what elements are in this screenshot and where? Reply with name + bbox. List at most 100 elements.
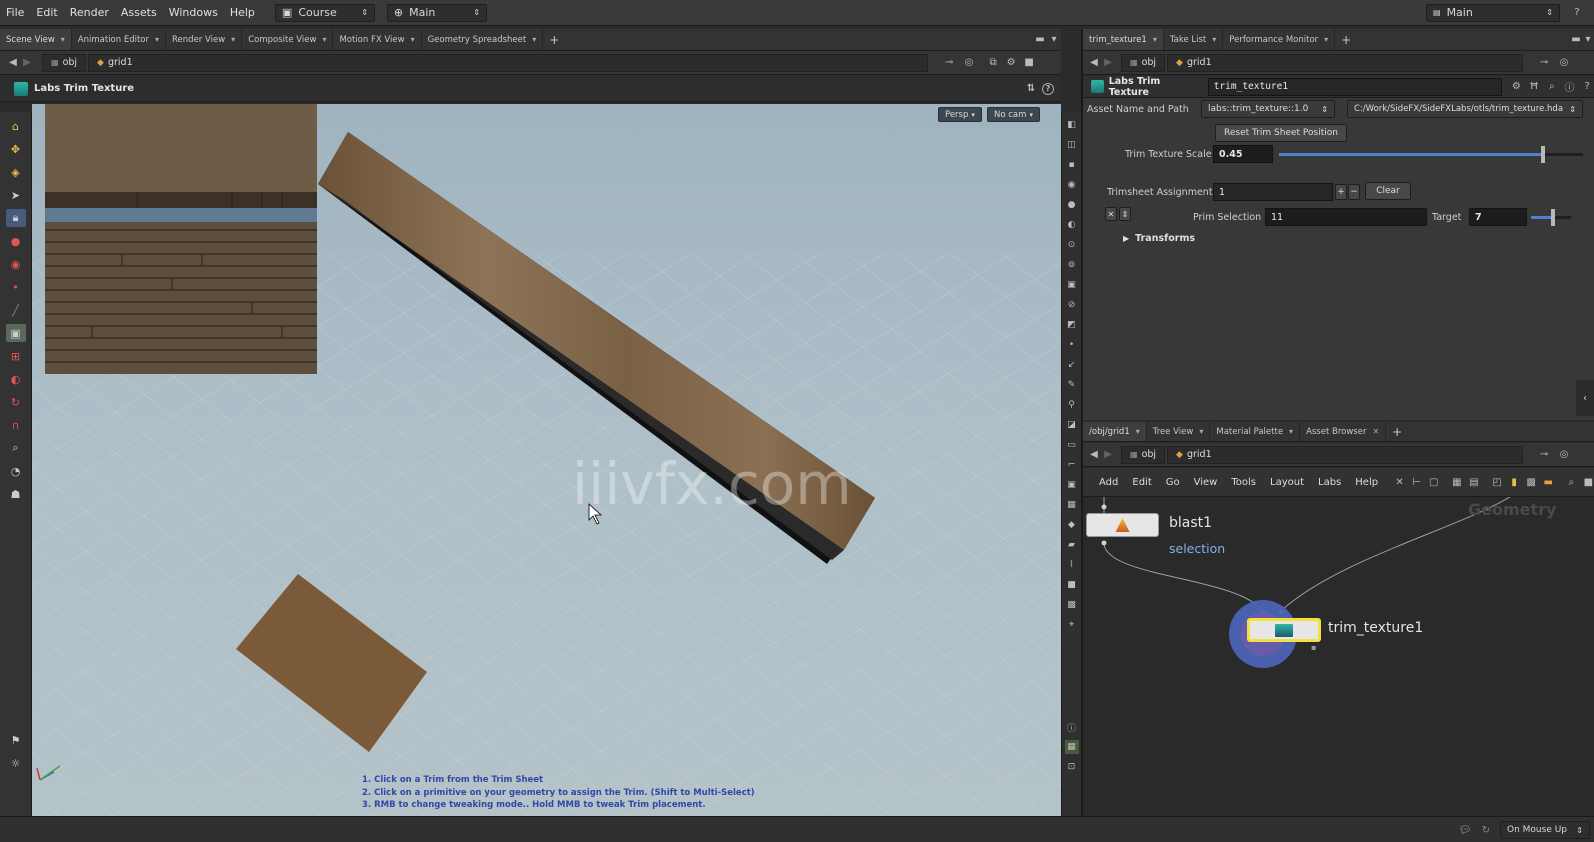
tab-menu-icon[interactable]: ▾ [1153,35,1157,44]
add-tab-button[interactable]: + [543,29,565,50]
back-arrow-icon[interactable]: ◀ [6,56,20,70]
path-node-chip[interactable]: ◆ grid1 [88,53,929,72]
snap-tool-icon[interactable]: ◈ [6,163,26,181]
reset-trim-sheet-button[interactable]: Reset Trim Sheet Position [1215,124,1347,142]
display-options-icon[interactable]: ⧉ [986,56,1000,70]
trim-sheet-preview[interactable] [45,104,317,374]
add-assignment-button[interactable]: + [1335,184,1347,200]
tab-asset-browser[interactable]: Asset Browser ✕ [1300,422,1387,441]
safe-area-icon[interactable]: ▭ [1065,438,1079,452]
target-slider[interactable] [1531,209,1571,226]
path-root-chip[interactable]: ▦ obj [1121,53,1166,72]
maximize-icon[interactable]: ■ [1022,56,1036,70]
asset-path-dropdown[interactable]: C:/Work/SideFX/SideFXLabs/otls/trim_text… [1347,100,1583,118]
tab-render-view[interactable]: Render View ▾ [166,29,243,50]
gear-icon[interactable]: ⚙ [1510,80,1524,94]
tab-close-icon[interactable]: ✕ [1372,427,1379,436]
path-root-chip[interactable]: ▦ obj [42,53,87,72]
select-arrow-icon[interactable]: ➤ [6,186,26,204]
dependency-icon[interactable]: ▬ [1543,475,1554,489]
right-context-dropdown[interactable]: ▤ Main ⇕ [1426,3,1560,22]
pane-menu-icon[interactable]: ▾ [1047,33,1061,47]
rotate-tool-icon[interactable]: ↻ [6,393,26,411]
tab-menu-icon[interactable]: ▾ [61,35,65,44]
delete-entry-icon[interactable]: ✕ [1105,207,1117,221]
pin-icon[interactable]: ⊸ [1537,448,1551,462]
path-root-chip[interactable]: ▦ obj [1121,445,1166,464]
pin-icon[interactable]: ⊸ [942,56,956,70]
particle-icon[interactable]: ◆ [1065,518,1079,532]
tab-menu-icon[interactable]: ▾ [1289,427,1293,436]
net-menu-edit[interactable]: Edit [1132,477,1151,488]
wrench-icon[interactable]: ✕ [1394,475,1405,489]
tab-menu-icon[interactable]: ▾ [231,35,235,44]
update-mode-dropdown[interactable]: On Mouse Up ⇕ [1500,821,1590,839]
help-icon[interactable]: ? [1580,80,1594,94]
orbit-tool-icon[interactable]: ◔ [6,462,26,480]
visibility-icon[interactable]: ◉ [1065,178,1079,192]
forward-arrow-icon[interactable]: ▶ [1101,448,1115,462]
link-icon[interactable]: ◎ [1557,56,1571,70]
home-camera-icon[interactable]: ⌂ [6,117,26,135]
network-editor[interactable]: Geometry blast1 selection trim_texture1 … [1083,497,1594,816]
light-tool-icon[interactable]: ☼ [6,754,26,772]
points-icon[interactable]: ⊙ [1065,238,1079,252]
tab-geometry-spreadsheet[interactable]: Geometry Spreadsheet ▾ [422,29,544,50]
dot-icon[interactable]: • [1065,338,1079,352]
tools-icon[interactable]: ⚙ [1004,56,1018,70]
refresh-icon[interactable]: ↻ [1479,823,1493,837]
background-image-icon[interactable]: ▩ [1526,475,1537,489]
forward-arrow-icon[interactable]: ▶ [20,56,34,70]
menu-render[interactable]: Render [64,6,115,19]
net-menu-add[interactable]: Add [1099,477,1118,488]
note-icon[interactable]: ▮ [1509,475,1520,489]
normals-icon[interactable]: ⊚ [1065,258,1079,272]
ghost-icon[interactable]: ◫ [1065,138,1079,152]
pane-layout-icon[interactable]: ▬ [1033,33,1047,47]
select-prims-icon[interactable]: ▣ [5,324,26,342]
ortho-icon[interactable]: ⌐ [1065,458,1079,472]
scene-icon[interactable]: ▣ [1065,478,1079,492]
tab-menu-icon[interactable]: ▾ [1324,35,1328,44]
link-icon[interactable]: ◎ [1557,448,1571,462]
net-menu-tools[interactable]: Tools [1231,477,1256,488]
info-icon[interactable]: ⓘ [1065,720,1079,734]
info-icon[interactable]: ⓘ [1563,80,1577,94]
camera-persp-menu[interactable]: Persp ▾ [938,107,982,122]
bones-icon[interactable]: ⚲ [1065,398,1079,412]
target-field[interactable]: 7 [1469,208,1527,226]
help-icon[interactable]: ? [1570,6,1584,20]
tab-obj-grid1[interactable]: /obj/grid1 ▾ [1083,422,1147,441]
pane-menu-icon[interactable]: ▾ [1581,33,1594,47]
trim-scale-field[interactable]: 0.45 [1213,145,1273,163]
asset-name-dropdown[interactable]: labs::trim_texture::1.0 ⇕ [1201,100,1335,118]
layout-quad-icon[interactable]: ▦ [1064,740,1079,754]
box-icon[interactable]: ■ [1065,578,1079,592]
tool-options-icon[interactable]: ⇅ [1024,82,1038,96]
tree-layout-icon[interactable]: ⊢ [1411,475,1422,489]
folder-icon[interactable]: ▰ [1065,538,1079,552]
net-menu-layout[interactable]: Layout [1270,477,1304,488]
link-icon[interactable]: ⌇ [1065,558,1079,572]
tab-motion-fx-view[interactable]: Motion FX View ▾ [333,29,422,50]
tab-menu-icon[interactable]: ▾ [1212,35,1216,44]
trim-scale-slider[interactable] [1279,146,1583,163]
prim-selection-field[interactable]: 11 [1265,208,1427,226]
add-tab-button[interactable]: + [1335,29,1357,50]
scene-viewport[interactable]: iiivfx.com Persp ▾ No cam ▾ 1. Click on … [32,104,1061,816]
menu-assets[interactable]: Assets [115,6,163,19]
list-view-icon[interactable]: ▤ [1468,475,1479,489]
blast1-node[interactable] [1086,513,1159,537]
path-node-chip[interactable]: ◆ grid1 [1167,445,1524,464]
transforms-folder[interactable]: ▶ Transforms [1123,230,1583,246]
view-tool-icon[interactable]: ✥ [6,140,26,158]
clear-assignments-button[interactable]: Clear [1365,182,1411,200]
tab-take-list[interactable]: Take List ▾ [1164,29,1224,50]
add-tab-button[interactable]: + [1386,422,1408,441]
trim-texture1-node[interactable] [1247,618,1321,642]
desktop-dropdown[interactable]: ▣ Course ⇕ [274,3,375,22]
tab-scene-view[interactable]: Scene View ▾ [0,29,72,50]
context-dropdown[interactable]: ⊕ Main ⇕ [386,3,487,22]
tab-composite-view[interactable]: Composite View ▾ [242,29,334,50]
zoom-fit-icon[interactable]: ⊡ [1065,760,1079,774]
